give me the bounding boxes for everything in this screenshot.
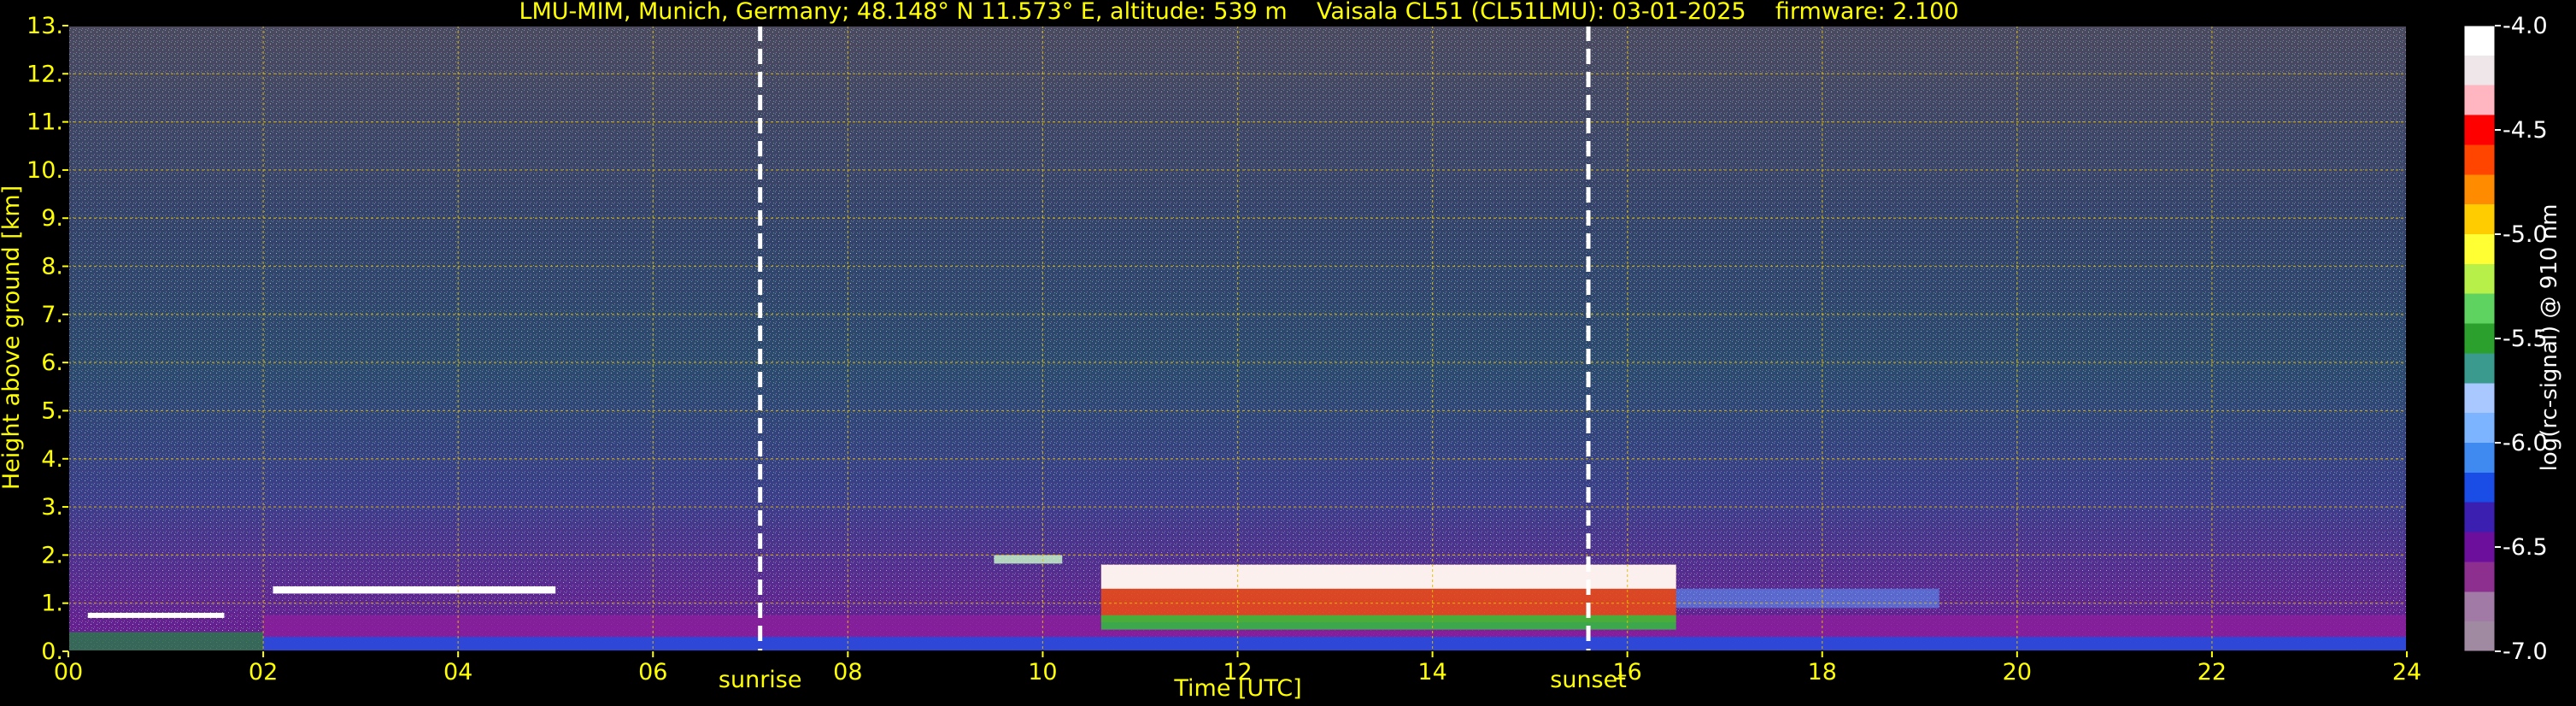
x-tick-label: 02: [249, 659, 278, 685]
colorbar-scale: [2463, 25, 2496, 652]
y-axis-label: Height above ground [km]: [0, 185, 25, 490]
x-tick-label: 06: [638, 659, 667, 685]
x-tick-label: 08: [833, 659, 862, 685]
ceilometer-chart: 00 02 04 06 08 10 12 14 16 18 20 22 24sunrise sunset …: [0, 0, 2562, 702]
surface-layer-blue: [263, 637, 2408, 651]
cloud-layer-morning: [273, 585, 556, 594]
x-tick-label: 14: [1417, 659, 1446, 685]
cloud-patch-mid: [994, 555, 1063, 564]
early-cloud-top: [87, 612, 225, 618]
chart-title: LMU-MIM, Munich, Germany; 48.148° N 11.5…: [519, 0, 1958, 25]
colorbar-tick-label: -6.5: [2503, 534, 2548, 561]
sunrise-label: sunrise: [719, 667, 802, 693]
y-tick-label: 6.: [41, 350, 63, 376]
y-tick-label: 13.: [26, 13, 63, 39]
y-tick-label: 10.: [26, 157, 63, 184]
y-tick-label: 2.: [41, 542, 63, 568]
y-tick-label: 12.: [26, 61, 63, 87]
y-tick-label: 9.: [41, 205, 63, 232]
colorbar-label: log(rc-signal) @ 910 nm: [2537, 204, 2562, 472]
y-tick-label: 11.: [26, 109, 63, 136]
y-tick-label: 4.: [41, 446, 63, 473]
y-axis-ticks: 0. 1. 2. 3. 4. 5. 6. 7. 8. 9. 10. 11. 12. 13.: [26, 13, 68, 665]
y-tick-label: 1.: [41, 591, 63, 617]
y-tick-label: 3.: [41, 494, 63, 521]
plot-area: [67, 25, 2408, 652]
x-tick-label: 10: [1028, 659, 1057, 685]
colorbar-tick-label: -4.0: [2503, 13, 2548, 39]
x-tick-label: 22: [2198, 659, 2227, 685]
x-tick-label: 04: [443, 659, 472, 685]
colorbar: -7.0-6.5-6.0-5.5-5.0-4.5-4.0 log(rc-sign…: [2463, 13, 2562, 665]
x-tick-label: 24: [2392, 659, 2421, 685]
y-tick-label: 0.: [41, 638, 63, 665]
x-tick-label: 20: [2003, 659, 2032, 685]
evening-aerosol: [1675, 588, 1939, 609]
x-tick-label: 18: [1808, 659, 1837, 685]
colorbar-tick-label: -4.5: [2503, 117, 2548, 144]
colorbar-tick-label: -7.0: [2503, 638, 2548, 665]
y-tick-label: 5.: [41, 397, 63, 424]
y-tick-label: 7.: [41, 302, 63, 328]
sunset-label: sunset: [1550, 667, 1627, 693]
y-tick-label: 8.: [41, 254, 63, 280]
x-axis-label: Time [UTC]: [1173, 675, 1301, 702]
early-low-cloud: [68, 632, 264, 651]
